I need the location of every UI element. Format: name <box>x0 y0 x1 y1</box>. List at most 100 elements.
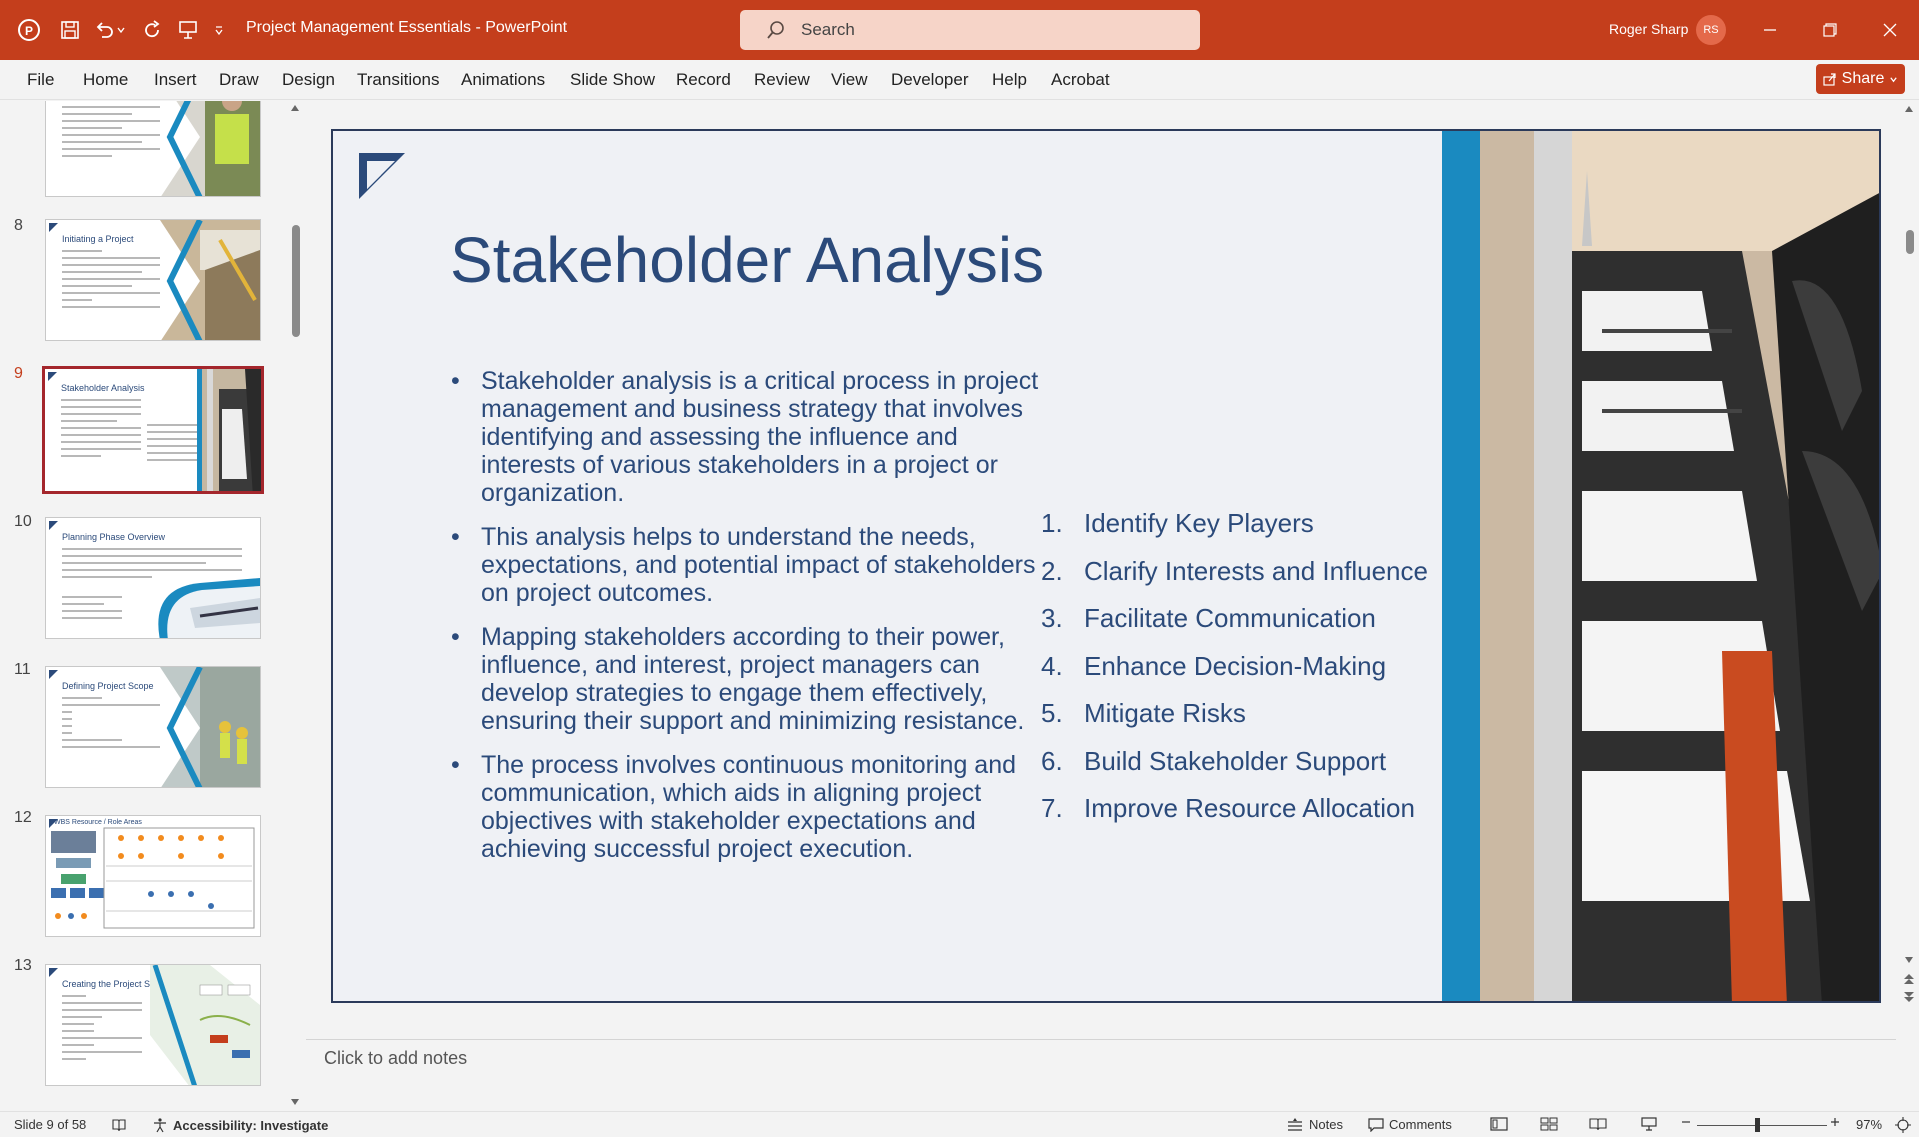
construction-site-photo <box>160 220 260 340</box>
thumbnail-title: Initiating a Project <box>62 234 134 244</box>
notes-placeholder: Click to add notes <box>324 1048 468 1068</box>
tab-insert[interactable]: Insert <box>154 70 197 90</box>
schedule-map <box>150 965 260 1085</box>
search-placeholder: Search <box>801 20 855 39</box>
thumbnail-slide-13[interactable]: Creating the Project Schedule <box>45 964 261 1086</box>
scroll-up-icon[interactable] <box>1904 104 1914 114</box>
user-name[interactable]: Roger Sharp <box>1609 21 1688 37</box>
search-box[interactable]: Search <box>740 10 1200 50</box>
undo-icon[interactable] <box>92 18 116 42</box>
bullet-item: Mapping stakeholders according to their … <box>451 623 1051 735</box>
scroll-down-icon[interactable] <box>290 1097 300 1107</box>
undo-dropdown-icon[interactable] <box>114 18 128 42</box>
editor-scrollbar-handle[interactable] <box>1906 230 1914 254</box>
thumbnail-slide-10[interactable]: Planning Phase Overview <box>45 517 261 639</box>
comments-label: Comments <box>1389 1117 1452 1132</box>
reading-view-icon[interactable] <box>1589 1117 1607 1131</box>
tab-home[interactable]: Home <box>83 70 128 90</box>
avatar[interactable]: RS <box>1696 15 1726 45</box>
thumbnail-slide-11[interactable]: Defining Project Scope <box>45 666 261 788</box>
scroll-down-icon[interactable] <box>1904 955 1914 965</box>
tab-transitions[interactable]: Transitions <box>357 70 440 90</box>
thumbnail-title: Defining Project Scope <box>62 681 154 691</box>
tab-record[interactable]: Record <box>676 70 731 90</box>
slide-thumbnail-pane: 8 Initiating a Project 9 Stakeholder Ana… <box>0 101 306 1111</box>
thumbnail-number: 8 <box>14 217 23 234</box>
thumbnail-number: 9 <box>14 365 23 382</box>
corner-flag-icon <box>359 153 405 199</box>
zoom-in-icon[interactable] <box>1830 1117 1840 1127</box>
tab-draw[interactable]: Draw <box>219 70 259 90</box>
accessibility-label: Accessibility: Investigate <box>173 1117 329 1133</box>
accessibility-icon <box>154 1118 166 1133</box>
bullet-item: This analysis helps to understand the ne… <box>451 523 1051 607</box>
previous-slide-icon[interactable] <box>1903 972 1915 986</box>
document-title: Project Management Essentials - PowerPoi… <box>246 19 568 36</box>
boardroom-photo[interactable] <box>1442 131 1879 1001</box>
comments-toggle[interactable]: Comments <box>1368 1117 1452 1132</box>
zoom-level[interactable]: 97% <box>1856 1117 1882 1132</box>
tab-slide-show[interactable]: Slide Show <box>570 70 655 90</box>
pen-paper-photo <box>140 578 260 638</box>
ribbon-tabs: File Home Insert Draw Design Transitions… <box>0 60 1919 100</box>
boardroom-photo <box>197 369 261 491</box>
svg-text:P: P <box>25 24 33 38</box>
zoom-slider-handle[interactable] <box>1755 1118 1760 1132</box>
bullet-item: Stakeholder analysis is a critical proce… <box>451 367 1051 507</box>
comments-icon <box>1368 1117 1384 1132</box>
bullet-list[interactable]: Stakeholder analysis is a critical proce… <box>451 367 1051 879</box>
spelling-icon[interactable] <box>111 1117 127 1133</box>
present-from-start-icon[interactable] <box>176 18 200 42</box>
zoom-out-icon[interactable] <box>1681 1117 1691 1127</box>
tab-help[interactable]: Help <box>992 70 1027 90</box>
title-bar: P Project Management Essentials - PowerP… <box>0 0 1919 60</box>
thumbnail-number: 13 <box>14 957 32 974</box>
tab-acrobat[interactable]: Acrobat <box>1051 70 1110 90</box>
construction-worker-photo <box>160 101 260 196</box>
powerpoint-logo-icon: P <box>17 18 41 42</box>
slide-counter[interactable]: Slide 9 of 58 <box>14 1117 86 1132</box>
next-slide-icon[interactable] <box>1903 990 1915 1004</box>
restore-icon[interactable] <box>1813 14 1847 46</box>
save-icon[interactable] <box>58 18 82 42</box>
tab-view[interactable]: View <box>831 70 868 90</box>
tab-design[interactable]: Design <box>282 70 335 90</box>
minimize-icon[interactable] <box>1753 14 1787 46</box>
share-icon <box>1823 73 1836 86</box>
thumbnail-slide-12[interactable]: WBS Resource / Role Areas <box>45 815 261 937</box>
workers-photo <box>160 667 260 787</box>
notes-toggle[interactable]: Notes <box>1286 1117 1343 1132</box>
tab-file[interactable]: File <box>27 70 54 90</box>
tab-review[interactable]: Review <box>754 70 810 90</box>
bullet-item: The process involves continuous monitori… <box>451 751 1051 863</box>
thumbnail-slide-7[interactable] <box>45 101 261 197</box>
customize-toolbar-icon[interactable] <box>212 18 226 42</box>
thumbnail-number: 10 <box>14 513 32 530</box>
slide-title[interactable]: Stakeholder Analysis <box>450 223 1044 297</box>
notes-pane[interactable]: Click to add notes <box>306 1039 1896 1111</box>
tab-developer[interactable]: Developer <box>891 70 969 90</box>
current-slide[interactable]: Stakeholder Analysis Stakeholder analysi… <box>331 129 1881 1003</box>
thumbnail-scrollbar-handle[interactable] <box>292 225 300 337</box>
thumbnail-slide-9[interactable]: Stakeholder Analysis <box>42 366 264 494</box>
accessibility-checker[interactable]: Accessibility: Investigate <box>152 1117 328 1133</box>
slide-sorter-icon[interactable] <box>1540 1117 1558 1131</box>
thumbnail-slide-8[interactable]: Initiating a Project <box>45 219 261 341</box>
share-button[interactable]: Share <box>1816 64 1905 94</box>
normal-view-icon[interactable] <box>1490 1117 1508 1131</box>
thumbnail-number: 11 <box>14 661 31 678</box>
notes-label: Notes <box>1309 1117 1343 1132</box>
share-label: Share <box>1841 70 1885 87</box>
chevron-down-icon <box>1890 76 1898 82</box>
fit-slide-icon[interactable] <box>1895 1117 1911 1133</box>
redo-icon[interactable] <box>140 18 164 42</box>
search-icon <box>766 20 786 45</box>
thumbnail-title: Stakeholder Analysis <box>61 383 145 393</box>
close-icon[interactable] <box>1873 14 1907 46</box>
zoom-slider[interactable] <box>1697 1125 1827 1126</box>
thumbnail-title: Planning Phase Overview <box>62 532 166 542</box>
notes-icon <box>1288 1117 1302 1131</box>
slide-show-icon[interactable] <box>1640 1117 1658 1131</box>
scroll-up-icon[interactable] <box>290 103 300 113</box>
tab-animations[interactable]: Animations <box>461 70 545 90</box>
